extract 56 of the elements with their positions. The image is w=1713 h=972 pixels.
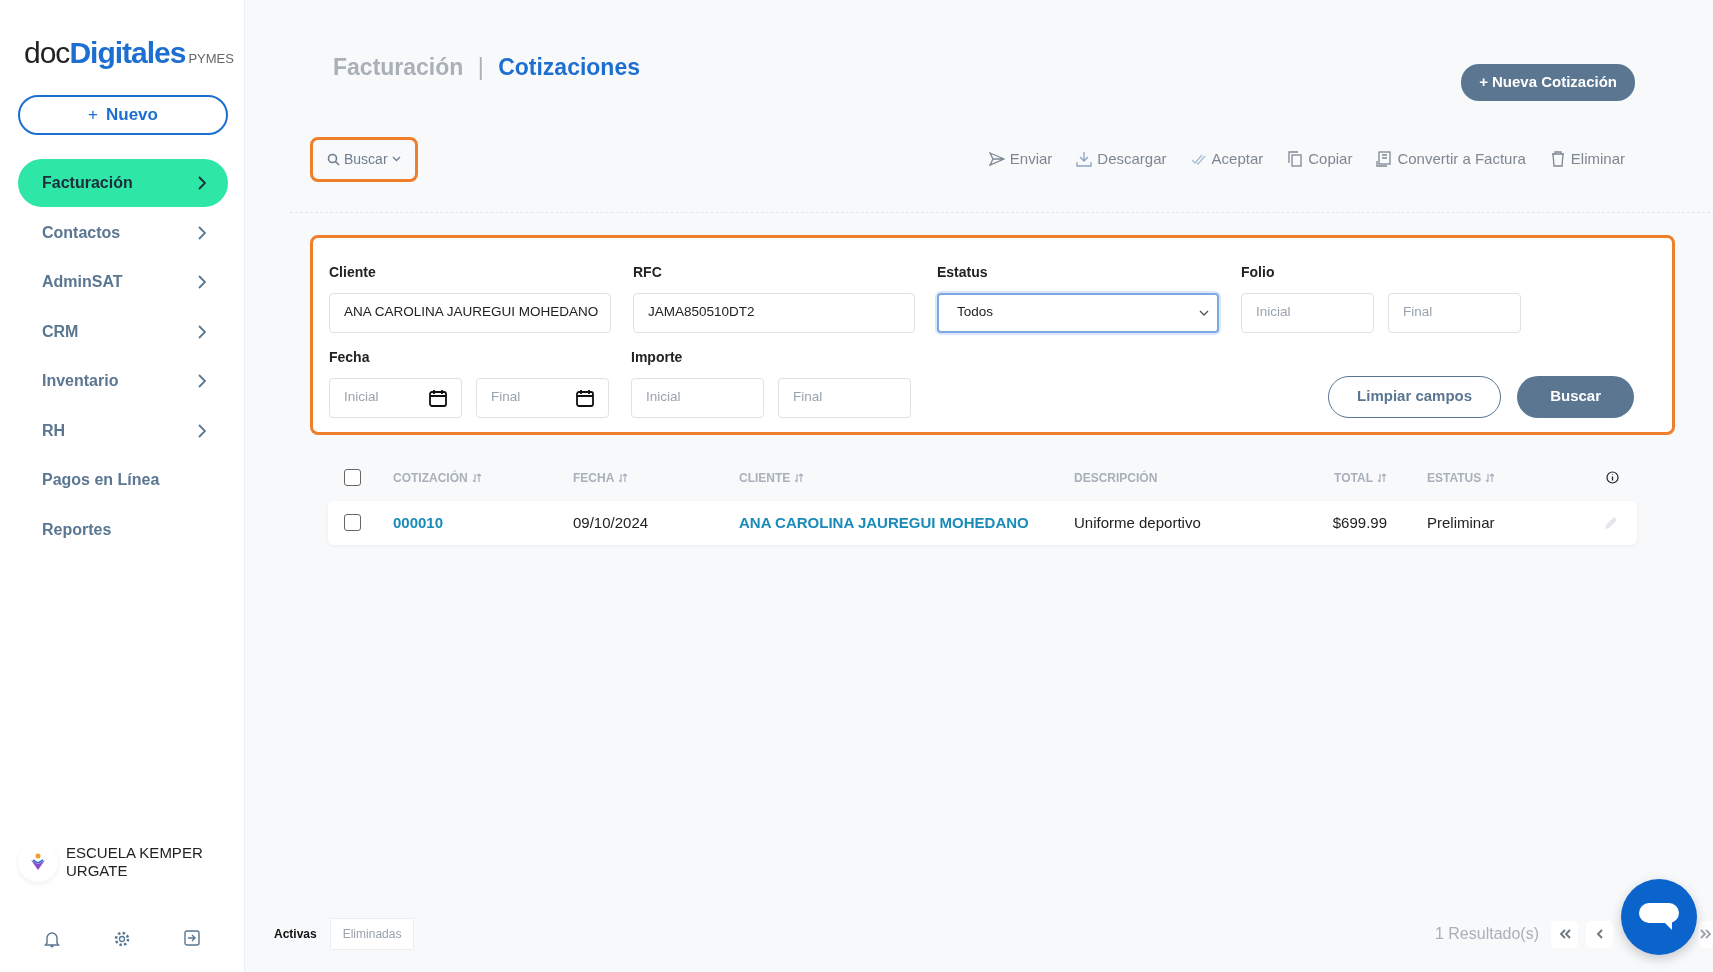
breadcrumb-section: Facturación — [333, 54, 464, 80]
results-count: 1 Resultado(s) — [1434, 924, 1539, 944]
new-button[interactable]: + Nuevo — [18, 95, 228, 135]
field-label: Importe — [631, 347, 684, 367]
input-field[interactable]: Final — [778, 377, 911, 418]
logo-subtitle: PYMES — [188, 50, 234, 68]
input-field[interactable]: Inicial — [631, 377, 764, 418]
clear-button[interactable]: Limpiar campos — [1328, 375, 1502, 418]
new-quote-button[interactable]: + Nueva Cotización — [1461, 64, 1635, 101]
field-label: Folio — [1241, 262, 1276, 282]
column-header[interactable]: TOTAL — [1334, 468, 1373, 487]
page-title: Cotizaciones — [498, 54, 640, 80]
column-header[interactable]: ESTATUS — [1427, 468, 1482, 487]
column-header[interactable]: DESCRIPCIÓN — [1074, 468, 1158, 487]
tab[interactable]: Eliminadas — [329, 918, 415, 950]
date-field[interactable]: Final — [476, 377, 609, 418]
sidebar-item[interactable]: Facturación — [18, 159, 228, 207]
toolbar-button[interactable]: Aceptar — [1190, 147, 1264, 171]
search-button[interactable]: Buscar — [1517, 375, 1634, 418]
select-field[interactable]: Todos — [937, 292, 1219, 333]
table-link[interactable]: ANA CAROLINA JAUREGUI MOHEDANO — [739, 513, 1029, 531]
toolbar-button[interactable]: Copiar — [1287, 147, 1353, 171]
separator-text: | — [477, 54, 484, 80]
sidebar-item[interactable]: Pagos en Línea — [18, 456, 228, 504]
field-label: Fecha — [329, 347, 371, 367]
sidebar-item[interactable]: RH — [18, 406, 228, 455]
sidebar-item[interactable]: Contactos — [18, 208, 228, 257]
sidebar-item[interactable]: Inventario — [18, 357, 228, 405]
table-link[interactable]: 000010 — [393, 513, 444, 531]
column-header[interactable]: COTIZACIÓN — [393, 468, 468, 487]
date-field[interactable]: Inicial — [329, 377, 462, 418]
logo-text: Digitales — [69, 35, 186, 71]
field-label: Cliente — [329, 262, 377, 282]
column-header[interactable]: CLIENTE — [739, 468, 791, 487]
table-cell: Uniforme deportivo — [1074, 513, 1201, 531]
input-field[interactable]: Inicial — [1241, 292, 1374, 333]
toolbar-button[interactable]: Enviar — [988, 147, 1053, 171]
table-cell: Preliminar — [1427, 513, 1495, 531]
field-label: Estatus — [937, 262, 989, 282]
input-field[interactable]: JAMA850510DT2 — [633, 292, 915, 333]
field-label: RFC — [633, 262, 663, 282]
sidebar-item[interactable]: CRM — [18, 307, 228, 356]
table-cell: 09/10/2024 — [573, 513, 649, 531]
logo-text: doc — [24, 35, 70, 71]
column-header[interactable]: FECHA — [573, 468, 615, 487]
input-field[interactable]: Final — [1388, 292, 1521, 333]
sidebar-item[interactable]: Reportes — [18, 505, 228, 554]
toolbar-button[interactable]: Eliminar — [1549, 147, 1625, 171]
company-name: ESCUELA KEMPER URGATE — [66, 844, 204, 880]
input-field[interactable]: ANA CAROLINA JAUREGUI MOHEDANO — [329, 292, 611, 333]
search-toggle-button[interactable]: Buscar — [310, 136, 418, 182]
tab[interactable]: Activas — [261, 918, 330, 950]
sidebar-item[interactable]: AdminSAT — [18, 258, 228, 306]
toolbar-button[interactable]: Convertir a Factura — [1376, 147, 1526, 171]
table-cell: $699.99 — [1332, 513, 1387, 531]
toolbar-button[interactable]: Descargar — [1076, 147, 1167, 171]
